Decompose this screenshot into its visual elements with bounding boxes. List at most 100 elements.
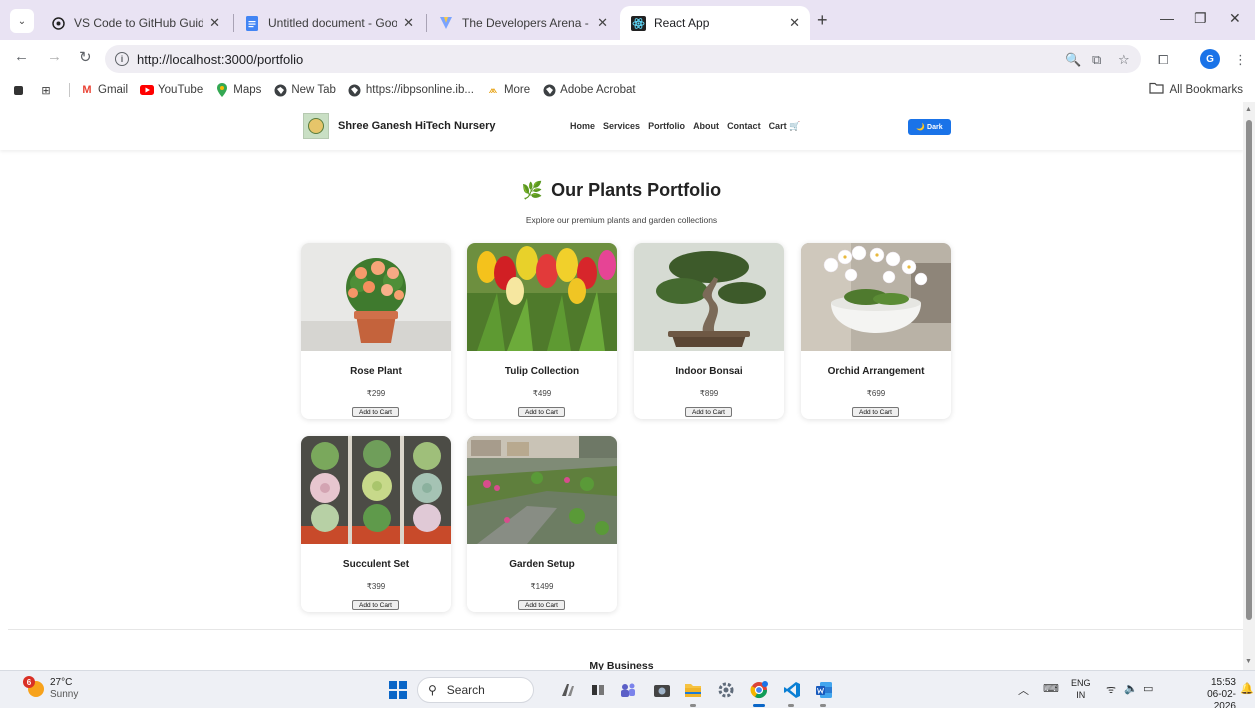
tab-title: React App (654, 16, 710, 30)
tab-google-doc[interactable]: Untitled document - Google Do ✕ (234, 6, 424, 40)
add-to-cart-button[interactable]: Add to Cart (352, 407, 399, 417)
reload-icon[interactable]: ↻ (79, 48, 92, 66)
volume-icon[interactable]: 🔈 (1124, 682, 1138, 695)
add-to-cart-button[interactable]: Add to Cart (518, 600, 565, 610)
wifi-icon[interactable]: ᯤ (1106, 682, 1116, 697)
close-tab-icon[interactable]: ✕ (403, 15, 414, 31)
all-bookmarks-button[interactable]: All Bookmarks (1148, 82, 1243, 97)
site-nav-links: Home Services Portfolio About Contact Ca… (570, 121, 808, 132)
new-tab-icon[interactable]: + (817, 11, 828, 29)
battery-icon[interactable]: ▭ (1143, 682, 1153, 695)
add-to-cart-button[interactable]: Add to Cart (685, 407, 732, 417)
windows-start-icon[interactable] (389, 681, 407, 699)
settings-gear-icon[interactable] (716, 680, 736, 700)
bookmark-gmail[interactable]: M Gmail (80, 83, 128, 97)
nav-services[interactable]: Services (603, 121, 640, 132)
search-icon: ⚲ (428, 683, 437, 697)
add-to-cart-button[interactable]: Add to Cart (852, 407, 899, 417)
bookmark-maps[interactable]: Maps (215, 83, 261, 97)
product-image-tulip (467, 243, 617, 351)
apps-grid-icon[interactable]: ⊞ (39, 83, 57, 97)
tab-separator (426, 14, 427, 32)
product-image-orchid (801, 243, 951, 351)
bookmark-ibps[interactable]: https://ibpsonline.ib... (348, 83, 474, 97)
tab-vscode-github[interactable]: VS Code to GitHub Guide ✕ (40, 6, 230, 40)
show-hidden-icons-chevron-icon[interactable]: ︿ (1018, 682, 1029, 698)
word-icon[interactable] (814, 680, 834, 700)
site-navbar: Shree Ganesh HiTech Nursery Home Service… (0, 102, 1243, 150)
forward-arrow-icon[interactable]: → (47, 48, 62, 65)
tab-developers-arena[interactable]: The Developers Arena - Launch ✕ (428, 6, 618, 40)
install-app-icon[interactable]: ⧉ (1092, 52, 1101, 68)
copilot-icon[interactable] (558, 680, 578, 700)
minimize-window-icon[interactable]: — (1160, 10, 1174, 26)
notifications-bell-icon[interactable]: 🔔 (1240, 682, 1254, 695)
language-indicator[interactable]: ENG IN (1071, 677, 1091, 701)
globe-icon (542, 83, 556, 97)
dark-mode-toggle[interactable]: 🌙 Dark (908, 119, 951, 135)
menu-kebab-icon[interactable]: ⋮ (1234, 52, 1247, 68)
scrollbar-thumb[interactable] (1246, 120, 1252, 620)
product-card: Garden Setup ₹1499 Add to Cart (467, 436, 617, 612)
add-to-cart-button[interactable]: Add to Cart (352, 600, 399, 610)
browser-toolbar: ← → ↻ i http://localhost:3000/portfolio … (0, 40, 1255, 78)
weather-description: Sunny (50, 689, 79, 700)
bookmark-adobe-acrobat[interactable]: Adobe Acrobat (542, 83, 636, 97)
restore-window-icon[interactable]: ❐ (1194, 10, 1207, 27)
bookmark-youtube[interactable]: YouTube (140, 83, 203, 97)
camera-app-icon[interactable] (652, 680, 672, 700)
weather-badge: 6 (23, 676, 35, 688)
youtube-icon (140, 83, 155, 97)
globe-icon (348, 83, 362, 97)
tab-title: The Developers Arena - Launch (462, 16, 591, 30)
brand[interactable]: Shree Ganesh HiTech Nursery (303, 113, 496, 139)
address-url[interactable]: http://localhost:3000/portfolio (137, 52, 303, 67)
touch-keyboard-icon[interactable]: ⌨ (1043, 682, 1059, 695)
windows-taskbar: 6 27°C Sunny ⚲ Search ︿ ⌨ ENG IN ᯤ 🔈 ▭ 1… (0, 670, 1255, 708)
bookmark-new-tab[interactable]: New Tab (273, 83, 336, 97)
scroll-down-arrow-icon[interactable]: ▼ (1245, 658, 1252, 665)
add-to-cart-button[interactable]: Add to Cart (518, 407, 565, 417)
bookmark-star-icon[interactable]: ☆ (1118, 52, 1130, 68)
weather-temperature: 27°C (50, 677, 73, 688)
close-tab-icon[interactable]: ✕ (209, 15, 220, 31)
product-price: ₹399 (366, 582, 386, 591)
bookmark-separator (69, 83, 70, 97)
scroll-up-arrow-icon[interactable]: ▲ (1245, 106, 1252, 113)
close-tab-icon[interactable]: ✕ (789, 15, 800, 31)
tab-strip: ⌄ VS Code to GitHub Guide ✕ Untitled doc… (0, 0, 1255, 40)
close-window-icon[interactable]: ✕ (1229, 10, 1241, 27)
nav-cart[interactable]: Cart 🛒 (769, 121, 801, 132)
teams-icon[interactable] (618, 680, 638, 700)
tab-react-app[interactable]: React App ✕ (620, 6, 810, 40)
profile-avatar[interactable]: G (1200, 49, 1220, 69)
nav-contact[interactable]: Contact (727, 121, 761, 132)
close-tab-icon[interactable]: ✕ (597, 15, 608, 31)
folder-icon (1148, 82, 1164, 97)
system-clock[interactable]: 15:53 06-02-2026 (1196, 677, 1236, 708)
maps-pin-icon (215, 83, 229, 97)
tab-groups-icon[interactable] (14, 85, 27, 95)
bookmark-more[interactable]: ⩕ More (486, 83, 531, 97)
tab-search-dropdown-icon[interactable]: ⌄ (10, 9, 34, 33)
herb-leaf-icon: 🌿 (521, 181, 544, 200)
nav-about[interactable]: About (693, 121, 719, 132)
product-price: ₹499 (532, 389, 552, 398)
taskbar-search[interactable]: ⚲ Search (417, 677, 534, 703)
tab-title: Untitled document - Google Do (268, 16, 398, 30)
page-scrollbar[interactable]: ▲ ▼ (1243, 102, 1255, 670)
product-card: Orchid Arrangement ₹699 Add to Cart (801, 243, 951, 419)
nav-portfolio[interactable]: Portfolio (648, 121, 685, 132)
address-bar[interactable]: i http://localhost:3000/portfolio (105, 45, 1141, 73)
weather-widget[interactable]: 6 27°C Sunny (23, 676, 79, 701)
site-info-icon[interactable]: i (115, 52, 129, 66)
nav-home[interactable]: Home (570, 121, 595, 132)
task-view-icon[interactable] (588, 680, 608, 700)
file-explorer-icon[interactable] (683, 680, 703, 700)
zoom-icon[interactable]: 🔍 (1065, 52, 1081, 68)
back-arrow-icon[interactable]: ← (14, 48, 29, 65)
extensions-icon[interactable]: ⧠ (1158, 52, 1168, 68)
chrome-icon[interactable] (749, 680, 769, 700)
vscode-icon[interactable] (782, 680, 802, 700)
product-card: Succulent Set ₹399 Add to Cart (301, 436, 451, 612)
